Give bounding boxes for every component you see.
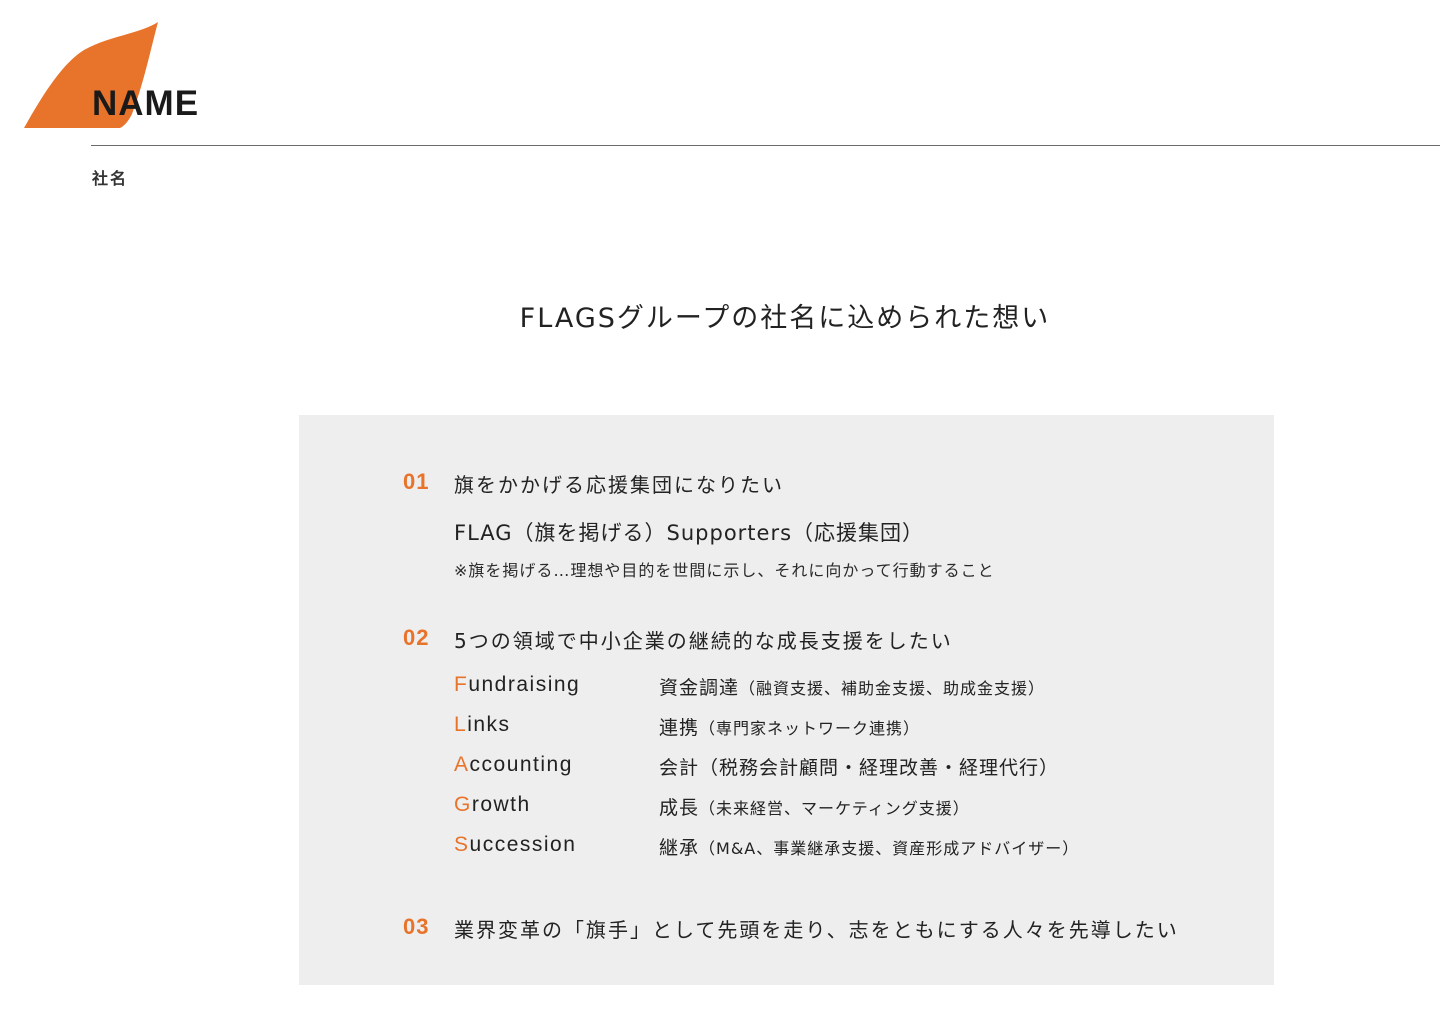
flags-initial: S [454,833,470,856]
flags-initial: G [454,793,472,816]
flags-label: 資金調達 [659,677,740,699]
flags-row-growth: Growth 成長（未来経営、マーケティング支援） [454,793,1154,823]
flags-description: 連携（専門家ネットワーク連携） [659,713,920,740]
flags-initial: F [454,673,469,696]
point-number: 02 [403,625,430,650]
flags-row-accounting: Accounting 会計（税務会計顧問・経理改善・経理代行） [454,753,1154,783]
flags-detail: （M&A、事業継承支援、資産形成アドバイザー） [699,839,1080,858]
point-text: 5つの領域で中小企業の継続的な成長支援をしたい [454,629,953,653]
point-number: 03 [403,914,430,939]
flags-word-rest: undraising [468,673,581,696]
flags-label: 連携 [659,717,700,739]
point-number: 01 [403,469,430,494]
flags-description: 継承（M&A、事業継承支援、資産形成アドバイザー） [659,833,1079,860]
flag-acronym-line: FLAG（旗を掲げる）Supporters（応援集団） [454,521,925,545]
flags-description: 資金調達（融資支援、補助金支援、助成金支援） [659,673,1045,700]
flags-row-fundraising: Fundraising 資金調達（融資支援、補助金支援、助成金支援） [454,673,1154,703]
flags-row-succession: Succession 継承（M&A、事業継承支援、資産形成アドバイザー） [454,833,1154,863]
flags-word: Growth [454,793,531,817]
flags-description: 会計（税務会計顧問・経理改善・経理代行） [659,753,1059,780]
flags-word: Succession [454,833,576,857]
flags-row-links: Links 連携（専門家ネットワーク連携） [454,713,1154,743]
heading-divider [91,145,1440,146]
point-text: 業界変革の「旗手」として先頭を走り、志をともにする人々を先導したい [454,918,1179,942]
flags-detail: （専門家ネットワーク連携） [699,719,921,738]
section-heading: NAME [92,84,200,123]
flags-detail: （融資支援、補助金支援、助成金支援） [739,679,1046,698]
point-text: 旗をかかげる応援集団になりたい [454,473,784,497]
flags-word: Accounting [454,753,573,777]
flags-label: 継承 [659,837,700,859]
flags-label: 会計 [659,757,700,779]
flags-initial: L [454,713,468,736]
page-title: FLAGSグループの社名に込められた想い [519,303,1051,334]
flags-description: 成長（未来経営、マーケティング支援） [659,793,970,820]
flags-word-rest: ccounting [469,753,573,776]
flags-detail: （未来経営、マーケティング支援） [699,799,970,818]
flag-note: ※旗を掲げる…理想や目的を世間に示し、それに向かって行動すること [454,561,995,580]
flags-label: 成長 [659,797,700,819]
flags-word: Links [454,713,511,737]
section-subheading: 社名 [92,169,129,188]
flags-detail: （税務会計顧問・経理改善・経理代行） [699,757,1060,779]
flags-word-rest: rowth [471,793,531,816]
flags-word: Fundraising [454,673,580,697]
flags-word-rest: uccession [469,833,577,856]
flags-word-rest: inks [467,713,511,736]
flags-initial: A [454,753,470,776]
